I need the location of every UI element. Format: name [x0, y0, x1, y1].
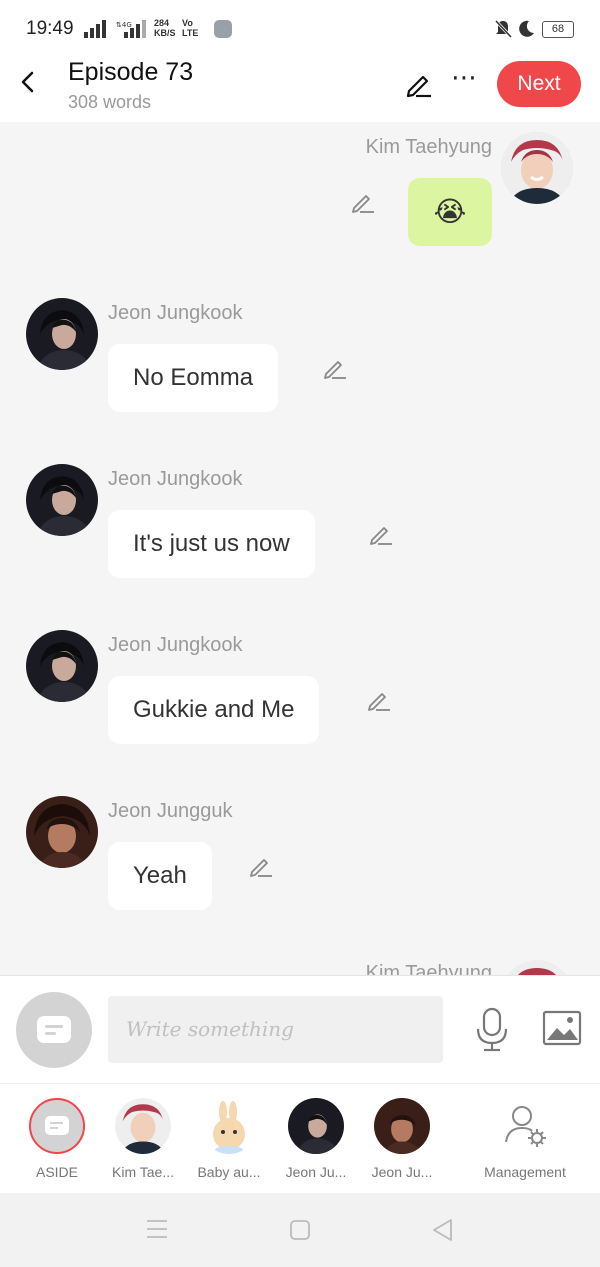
message-bubble[interactable]: Yeah — [108, 842, 212, 910]
edit-message-icon[interactable] — [368, 522, 394, 548]
volte-indicator: Vo LTE — [182, 18, 198, 38]
word-count: 308 words — [68, 92, 152, 112]
message-bubble[interactable]: It's just us now — [108, 510, 315, 578]
speaker-name: Jeon Jungkook — [108, 634, 243, 656]
net-speed-unit: KB/S — [154, 28, 176, 38]
avatar — [374, 1098, 430, 1154]
edit-pencil-icon[interactable] — [404, 70, 434, 100]
edit-message-icon[interactable] — [366, 688, 392, 714]
speaker-name: Kim Taehyung — [365, 962, 492, 975]
character-jeon-jungkook[interactable]: Jeon Ju... — [276, 1098, 356, 1180]
signal-4g-icon: ⇅4G — [116, 20, 146, 38]
speaker-name: Jeon Jungguk — [108, 800, 233, 822]
signal-icon — [84, 20, 106, 38]
character-label: Management — [484, 1164, 566, 1180]
character-aside[interactable]: ASIDE — [17, 1098, 97, 1180]
svg-text:⇅4G: ⇅4G — [116, 21, 132, 29]
management-button[interactable]: Management — [475, 1098, 575, 1180]
status-time: 19:49 — [26, 18, 74, 39]
character-label: Kim Tae... — [112, 1164, 174, 1180]
net-speed-value: 284 — [154, 18, 170, 28]
avatar-kim-taehyung[interactable] — [501, 132, 573, 204]
character-baby[interactable]: Baby au... — [189, 1098, 269, 1180]
character-selector: ASIDE Kim Tae... Baby au... Jeon Ju... J… — [0, 1083, 600, 1193]
net-speed: 284 KB/S — [154, 18, 176, 38]
user-settings-icon — [497, 1098, 553, 1154]
speaker-name: Jeon Jungkook — [108, 302, 243, 324]
home-icon[interactable] — [289, 1219, 311, 1241]
back-nav-icon[interactable] — [431, 1218, 453, 1242]
message-bubble[interactable]: Gukkie and Me — [108, 676, 320, 744]
back-arrow-icon[interactable] — [16, 70, 40, 94]
character-label: Jeon Ju... — [285, 1164, 347, 1180]
volte-top: Vo — [182, 18, 193, 28]
character-label: ASIDE — [35, 1164, 78, 1180]
avatar-jeon-jungkook[interactable] — [26, 464, 98, 536]
edit-message-icon[interactable] — [248, 854, 274, 880]
avatar-jeon-jungguk[interactable] — [26, 796, 98, 868]
edit-message-icon[interactable] — [350, 190, 376, 216]
bell-off-icon — [494, 19, 513, 39]
character-label: Baby au... — [197, 1164, 261, 1180]
menu-icon[interactable] — [146, 1219, 168, 1239]
avatar-jeon-jungkook[interactable] — [26, 630, 98, 702]
more-options-icon[interactable]: ⋯ — [451, 62, 478, 93]
chat-area: Kim Taehyung 😭 Jeon Jungkook No Eomma Je… — [0, 122, 600, 975]
volte-bottom: LTE — [182, 28, 199, 38]
avatar-kim-taehyung[interactable] — [501, 960, 573, 975]
message-input-bar: Write something — [0, 975, 600, 1083]
episode-header: Episode 73 308 words ⋯ Next — [0, 58, 600, 122]
chat-bubble-icon — [37, 1016, 71, 1043]
moon-icon — [519, 20, 534, 37]
aside-avatar — [29, 1098, 85, 1154]
character-jeon-jungguk[interactable]: Jeon Ju... — [362, 1098, 442, 1180]
microphone-icon[interactable] — [474, 1007, 510, 1053]
aside-toggle-button[interactable] — [16, 992, 92, 1068]
avatar — [288, 1098, 344, 1154]
image-icon[interactable] — [542, 1010, 582, 1046]
next-button[interactable]: Next — [497, 61, 581, 107]
speaker-name: Kim Taehyung — [365, 136, 492, 158]
character-label: Jeon Ju... — [371, 1164, 433, 1180]
system-nav-bar — [0, 1193, 600, 1267]
battery-indicator: 68 — [542, 21, 574, 38]
message-bubble[interactable]: 😭 — [408, 178, 492, 246]
avatar-jeon-jungkook[interactable] — [26, 298, 98, 370]
message-input[interactable]: Write something — [108, 996, 443, 1063]
edit-message-icon[interactable] — [322, 356, 348, 382]
character-kim-taehyung[interactable]: Kim Tae... — [103, 1098, 183, 1180]
avatar — [201, 1098, 257, 1154]
app-notification-icon — [214, 20, 232, 38]
episode-title: Episode 73 — [68, 58, 194, 86]
avatar — [115, 1098, 171, 1154]
speaker-name: Jeon Jungkook — [108, 468, 243, 490]
status-bar: 19:49 ⇅4G 284 KB/S Vo LTE 68 — [0, 0, 600, 58]
message-bubble[interactable]: No Eomma — [108, 344, 279, 412]
